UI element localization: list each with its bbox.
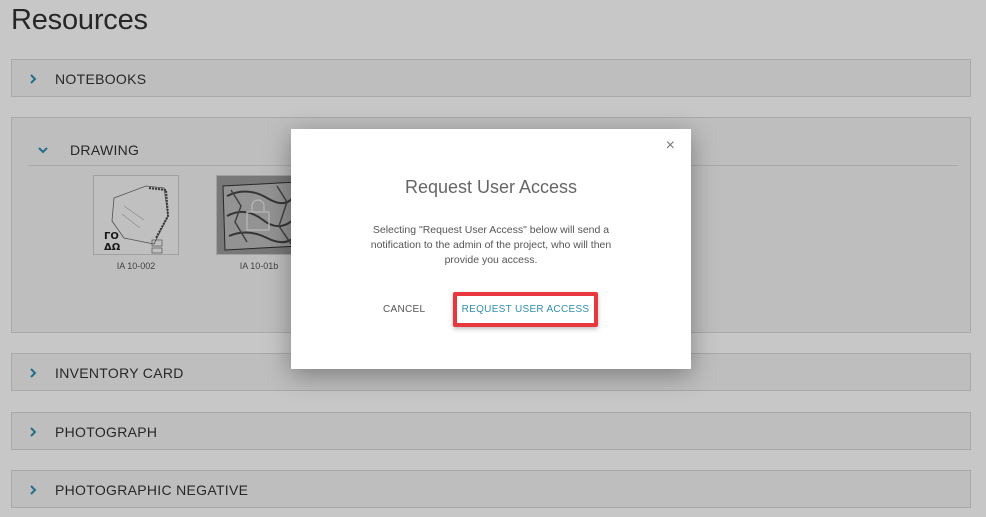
request-user-access-button[interactable]: REQUEST USER ACCESS (462, 304, 590, 315)
close-icon[interactable]: × (666, 138, 675, 154)
request-access-dialog: × Request User Access Selecting "Request… (291, 129, 691, 369)
dialog-message: Selecting "Request User Access" below wi… (370, 224, 612, 266)
cancel-button[interactable]: CANCEL (383, 304, 425, 315)
dialog-title: Request User Access (404, 177, 578, 197)
request-user-access-highlight: REQUEST USER ACCESS (453, 292, 598, 327)
